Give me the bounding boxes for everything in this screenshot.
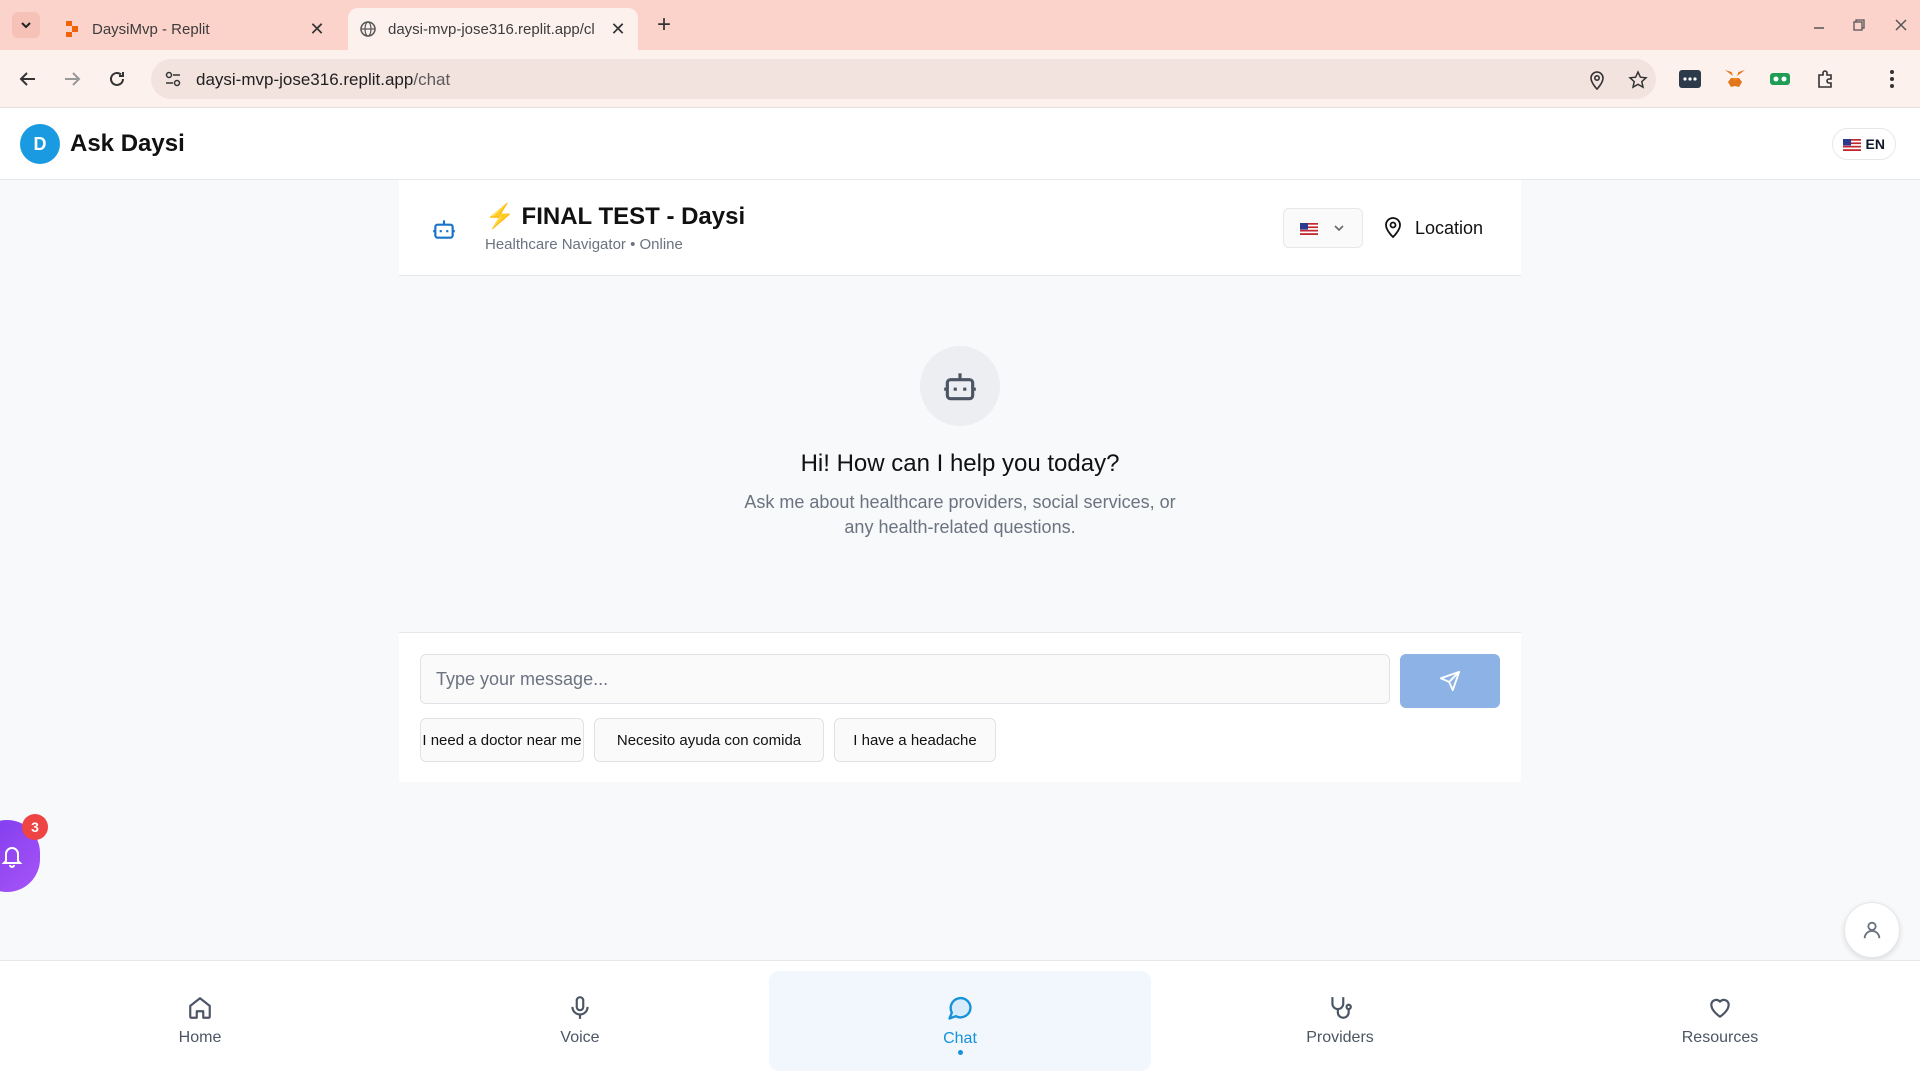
browser-tab-bar: DaysiMvp - Replit ✕ daysi-mvp-jose316.re… bbox=[0, 0, 1920, 50]
browser-tab-replit[interactable]: DaysiMvp - Replit ✕ bbox=[52, 8, 337, 50]
nav-item-voice[interactable]: Voice bbox=[389, 971, 771, 1071]
bell-icon bbox=[1, 847, 23, 868]
browser-tab-active[interactable]: daysi-mvp-jose316.replit.app/cl ✕ bbox=[348, 8, 638, 50]
chat-empty-state: Hi! How can I help you today? Ask me abo… bbox=[399, 276, 1521, 632]
message-input[interactable] bbox=[420, 654, 1390, 704]
globe-icon bbox=[360, 21, 376, 37]
language-label: EN bbox=[1865, 136, 1885, 152]
url-path: /chat bbox=[413, 70, 451, 89]
microphone-icon bbox=[571, 996, 589, 1019]
browser-toolbar: daysi-mvp-jose316.replit.app/chat bbox=[0, 50, 1920, 108]
close-tab-icon[interactable]: ✕ bbox=[307, 19, 327, 39]
bookmark-star-icon[interactable] bbox=[1627, 69, 1649, 91]
tab-search-button[interactable] bbox=[12, 12, 40, 38]
notification-count-badge: 3 bbox=[22, 814, 48, 840]
bot-status: Healthcare Navigator • Online bbox=[485, 236, 683, 253]
site-settings-icon[interactable] bbox=[163, 69, 183, 89]
url-host: daysi-mvp-jose316.replit.app bbox=[196, 70, 414, 89]
suggestion-chip[interactable]: I have a headache bbox=[834, 718, 996, 762]
suggestion-chip[interactable]: Necesito ayuda con comida bbox=[594, 718, 824, 762]
bot-avatar bbox=[920, 346, 1000, 426]
chevron-down-icon bbox=[1334, 225, 1344, 232]
chevron-down-icon bbox=[21, 22, 31, 29]
nav-label: Voice bbox=[560, 1029, 600, 1046]
active-indicator bbox=[957, 1050, 963, 1055]
bottom-nav: Home Voice Chat Providers Resources bbox=[0, 960, 1920, 1080]
chat-bubble-icon bbox=[948, 996, 972, 1020]
nav-label: Providers bbox=[1306, 1029, 1374, 1046]
greeting-heading: Hi! How can I help you today? bbox=[800, 450, 1120, 477]
extension-green-icon[interactable] bbox=[1767, 66, 1793, 92]
profile-button[interactable] bbox=[1844, 902, 1900, 958]
replit-icon bbox=[64, 21, 80, 37]
suggestion-chip[interactable]: I need a doctor near me bbox=[420, 718, 584, 762]
app-header: D Ask Daysi EN bbox=[0, 108, 1920, 180]
forward-icon[interactable] bbox=[58, 65, 86, 93]
tab-title: daysi-mvp-jose316.replit.app/cl bbox=[388, 20, 595, 38]
reload-icon[interactable] bbox=[103, 65, 131, 93]
location-pin-icon[interactable] bbox=[1586, 69, 1608, 91]
tab-title: DaysiMvp - Replit bbox=[92, 20, 210, 38]
metamask-icon[interactable] bbox=[1722, 66, 1748, 92]
home-icon bbox=[189, 997, 211, 1019]
heart-icon bbox=[1710, 998, 1730, 1018]
stethoscope-icon bbox=[1331, 997, 1352, 1019]
nav-item-home[interactable]: Home bbox=[9, 971, 391, 1071]
new-tab-button[interactable]: + bbox=[652, 11, 676, 38]
restore-icon[interactable] bbox=[1844, 12, 1874, 38]
back-icon[interactable] bbox=[14, 65, 42, 93]
nav-item-providers[interactable]: Providers bbox=[1149, 971, 1531, 1071]
nav-item-resources[interactable]: Resources bbox=[1529, 971, 1911, 1071]
close-window-icon[interactable] bbox=[1886, 12, 1916, 38]
map-pin-icon bbox=[1385, 217, 1401, 239]
extensions-puzzle-icon[interactable] bbox=[1813, 66, 1839, 92]
location-button[interactable]: Location bbox=[1383, 208, 1483, 248]
minimize-icon[interactable] bbox=[1804, 12, 1834, 38]
page-title: Ask Daysi bbox=[70, 130, 185, 157]
send-icon bbox=[1439, 670, 1461, 692]
message-composer: I need a doctor near me Necesito ayuda c… bbox=[399, 632, 1521, 782]
nav-label: Chat bbox=[943, 1030, 977, 1047]
user-icon bbox=[1863, 921, 1881, 939]
close-tab-icon[interactable]: ✕ bbox=[608, 19, 628, 39]
password-manager-icon[interactable] bbox=[1677, 66, 1703, 92]
url-text: daysi-mvp-jose316.replit.app/chat bbox=[196, 70, 450, 90]
more-menu-icon[interactable] bbox=[1879, 66, 1905, 92]
language-select[interactable] bbox=[1283, 208, 1363, 248]
language-button[interactable]: EN bbox=[1831, 128, 1896, 160]
nav-label: Home bbox=[178, 1029, 222, 1046]
bot-icon bbox=[944, 373, 976, 401]
bot-icon bbox=[431, 216, 457, 242]
send-button[interactable] bbox=[1400, 654, 1500, 708]
us-flag-icon bbox=[1842, 138, 1861, 151]
greeting-subtext: Ask me about healthcare providers, socia… bbox=[744, 492, 1176, 537]
us-flag-icon bbox=[1300, 222, 1318, 235]
avatar[interactable]: D bbox=[20, 124, 60, 164]
address-bar[interactable]: daysi-mvp-jose316.replit.app/chat bbox=[151, 59, 1656, 99]
chat-header: ⚡ FINAL TEST - Daysi Healthcare Navigato… bbox=[399, 180, 1521, 276]
nav-item-chat[interactable]: Chat bbox=[769, 971, 1151, 1071]
nav-label: Resources bbox=[1681, 1029, 1759, 1046]
bot-name: ⚡ FINAL TEST - Daysi bbox=[485, 203, 746, 230]
location-label: Location bbox=[1415, 217, 1484, 238]
